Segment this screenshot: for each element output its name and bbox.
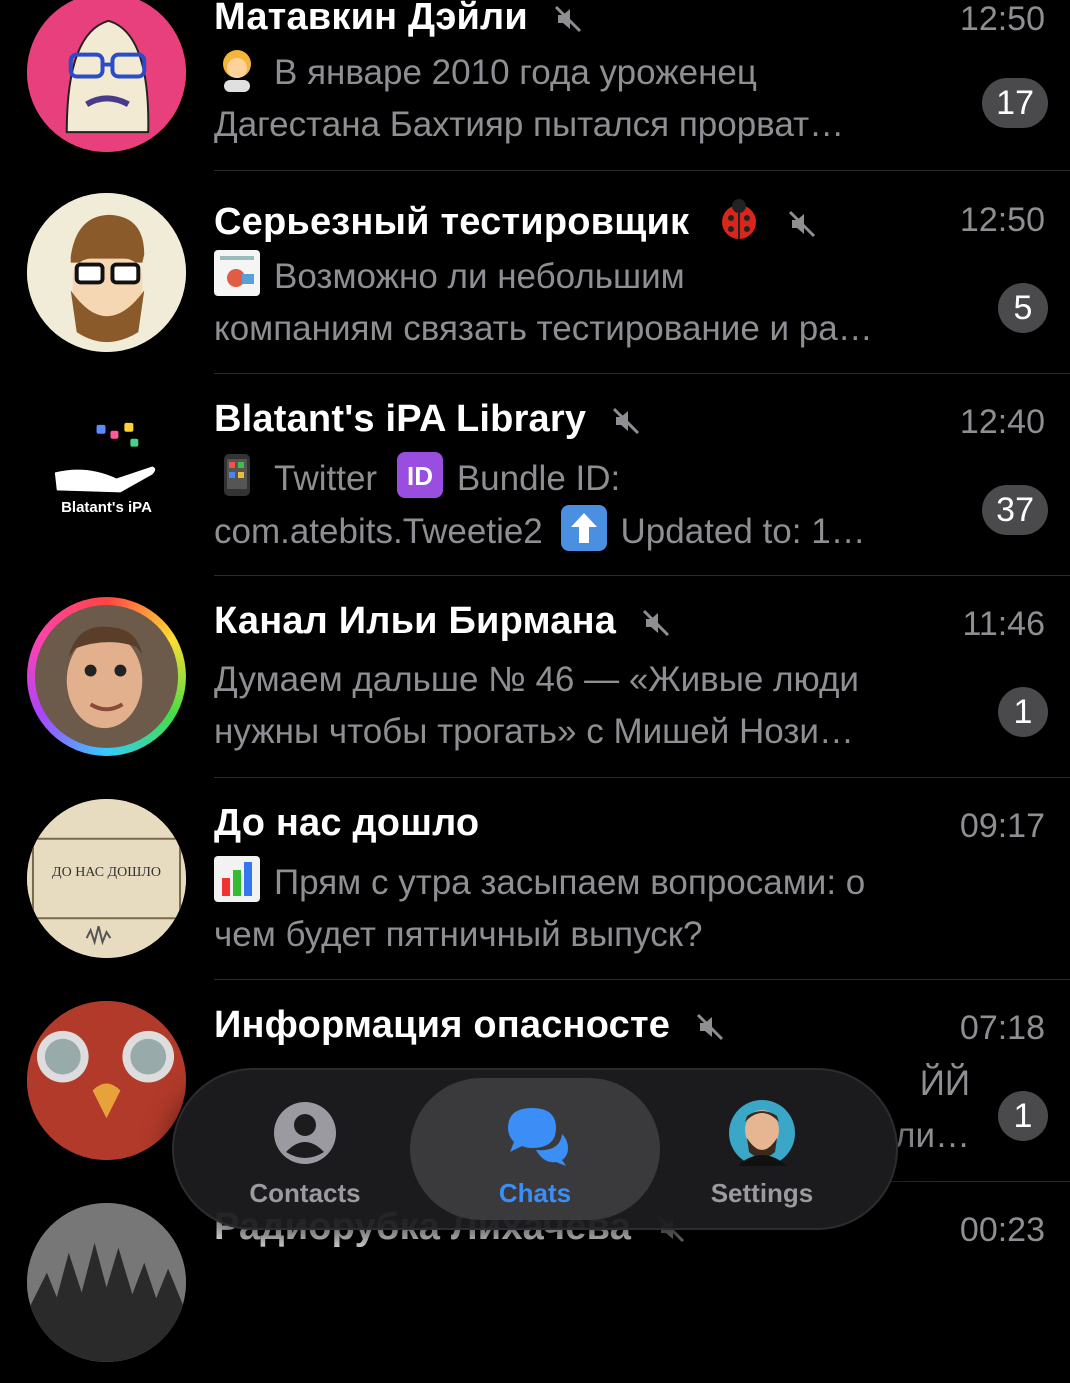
chat-title: Информация опасносте [214, 1004, 725, 1047]
phone-emoji-icon [224, 454, 250, 496]
tab-chats[interactable]: Chats [440, 1080, 630, 1218]
ladybug-emoji-icon [722, 199, 757, 239]
avatar: ДО НАС ДОШЛО [27, 799, 186, 958]
chat-row[interactable]: Blatant's iPA Blatant's iPA Library 12:4… [0, 373, 1070, 576]
avatar: Blatant's iPA [27, 395, 186, 554]
chat-row[interactable]: ДО НАС ДОШЛО До нас дошло 09:17 Прям с у… [0, 777, 1070, 980]
tab-contacts[interactable]: Contacts [212, 1080, 398, 1218]
avatar [27, 597, 186, 756]
avatar-ilya-birman-icon [34, 604, 179, 749]
chat-bubbles-icon [508, 1108, 568, 1166]
unread-badge: 37 [982, 485, 1048, 535]
tab-settings[interactable]: Settings [664, 1080, 860, 1218]
muted-icon [554, 5, 581, 33]
chat-time: 12:40 [959, 403, 1045, 441]
chat-title: До нас дошло [214, 802, 480, 844]
avatar-blatant-hand-icon [27, 395, 186, 554]
chat-preview: В январе 2010 года уроженец Дагестана Ба… [214, 46, 974, 151]
avatar [27, 1001, 186, 1160]
chat-preview: Twitter ID Bundle ID: com.atebits.Tweetie… [214, 452, 974, 558]
chat-title: Матавкин Дэйли [214, 0, 583, 39]
muted-icon [696, 1013, 723, 1041]
tab-bar: Contacts Chats Settings [172, 1068, 898, 1230]
muted-icon [612, 407, 640, 435]
avatar-bearded-man-icon [27, 193, 186, 352]
avatar-text: Blatant's iPA [61, 499, 152, 516]
avatar-furby-icon [27, 1001, 186, 1160]
tab-label: Settings [710, 1178, 814, 1208]
tab-label: Contacts [249, 1178, 361, 1208]
avatar-matavkin-icon [27, 0, 186, 152]
muted-icon [642, 609, 669, 637]
person-emoji-icon [223, 50, 251, 92]
chat-preview: Возможно ли небольшим компаниям связать … [214, 250, 974, 355]
unread-badge: 1 [998, 1091, 1048, 1141]
bar-chart-emoji-icon [214, 856, 260, 902]
avatar [27, 1203, 186, 1362]
chat-title: Канал Ильи Бирмана [214, 600, 671, 643]
unread-badge: 5 [998, 283, 1048, 333]
chat-title: Серьезный тестировщик [214, 196, 817, 244]
avatar [27, 0, 186, 152]
unread-badge: 1 [998, 687, 1048, 737]
unread-badge: 17 [982, 78, 1048, 128]
chat-time: 09:17 [959, 807, 1045, 845]
up-arrow-emoji-icon [560, 505, 607, 551]
chat-preview: Прям с утра засыпаем вопросами: о чем бу… [214, 856, 1004, 961]
chat-time: 12:50 [959, 201, 1045, 239]
chat-row[interactable]: Матавкин Дэйли 12:50 В январе 2010 года … [0, 0, 1070, 171]
tab-label: Chats [498, 1178, 572, 1208]
person-circle-icon [274, 1102, 336, 1164]
avatar [27, 193, 186, 352]
svg-text:ID: ID [407, 461, 433, 491]
muted-icon [788, 210, 815, 238]
avatar-radiorubka-icon [27, 1203, 186, 1362]
chat-row[interactable]: Канал Ильи Бирмана 11:46 Думаем дальше №… [0, 575, 1070, 778]
avatar-text: ДО НАС ДОШЛО [52, 865, 161, 880]
profile-avatar-icon [729, 1100, 795, 1166]
chat-title: Blatant's iPA Library [214, 398, 641, 441]
chat-time: 00:23 [959, 1211, 1045, 1249]
chat-preview: Думаем дальше № 46 — «Живые люди нужны ч… [214, 660, 859, 751]
chat-time: 11:46 [962, 605, 1045, 643]
chat-time: 07:18 [959, 1009, 1045, 1047]
image-thumbnail-icon [214, 250, 260, 296]
id-emoji-icon: ID [396, 452, 443, 498]
chat-time: 12:50 [959, 0, 1045, 38]
chat-row[interactable]: Серьезный тестировщик 12:50 Возможно ли … [0, 171, 1070, 374]
